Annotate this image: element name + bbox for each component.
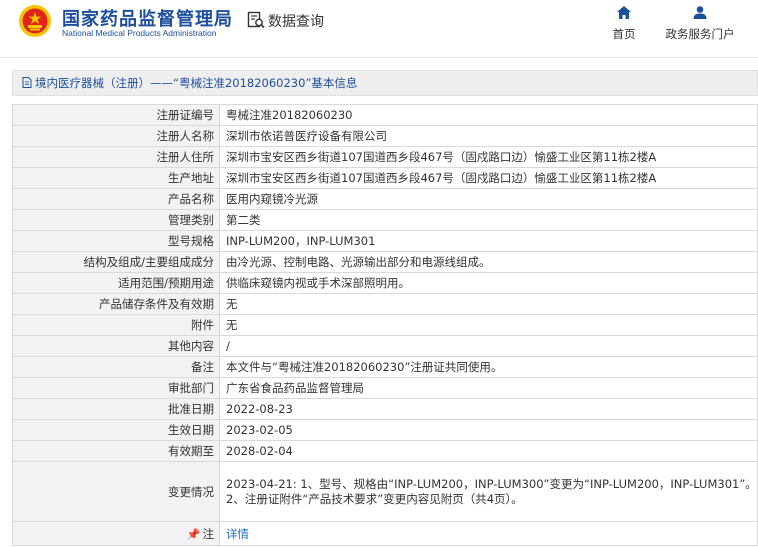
field-label: 结构及组成/主要组成成分 <box>12 251 220 273</box>
field-value: 2028-02-04 <box>219 440 758 462</box>
field-label: 变更情况 <box>12 461 220 522</box>
header-divider <box>0 57 758 58</box>
nav-home[interactable]: 首页 <box>608 6 640 42</box>
data-query-icon <box>247 11 265 29</box>
table-row: 生产地址 深圳市宝安区西乡街道107国道西乡段467号（固戍路口边）愉盛工业区第1… <box>12 167 758 189</box>
change-line-2: 2、注册证附件“产品技术要求”变更内容见附页（共4页）。 <box>226 491 523 506</box>
change-line-1: 2023-04-21: 1、型号、规格由“INP-LUM200，INP-LUM3… <box>226 476 757 491</box>
field-value: 2022-08-23 <box>219 398 758 420</box>
field-label: 产品储存条件及有效期 <box>12 293 220 315</box>
field-value: 2023-02-05 <box>219 419 758 441</box>
field-label: 生产地址 <box>12 167 220 189</box>
field-value: 无 <box>219 293 758 315</box>
table-row: 产品名称 医用内窥镜冷光源 <box>12 188 758 210</box>
table-row: 产品储存条件及有效期无 <box>12 293 758 315</box>
brand-subtitle: National Medical Products Administration <box>62 28 217 38</box>
table-row: 其他内容 / <box>12 335 758 357</box>
field-value: 深圳市宝安区西乡街道107国道西乡段467号（固戍路口边）愉盛工业区第11栋2楼… <box>219 167 758 189</box>
table-row: 注册人住所 深圳市宝安区西乡街道107国道西乡段467号（固戍路口边）愉盛工业区第… <box>12 146 758 168</box>
field-label: 适用范围/预期用途 <box>12 272 220 294</box>
table-row-note: 📌 注 详情 <box>12 521 758 546</box>
table-row: 批准日期 2022-08-23 <box>12 398 758 420</box>
field-label: 审批部门 <box>12 377 220 399</box>
table-row-change-history: 变更情况 2023-04-21: 1、型号、规格由“INP-LUM200，INP… <box>12 461 758 522</box>
field-value: 本文件与“粤械注准20182060230”注册证共同使用。 <box>219 356 758 378</box>
breadcrumb-text: 境内医疗器械（注册）——“粤械注准20182060230”基本信息 <box>35 76 358 90</box>
field-label: 批准日期 <box>12 398 220 420</box>
table-row: 注册证编号 粤械注准20182060230 <box>12 104 758 126</box>
pushpin-icon: 📌 <box>186 527 201 541</box>
field-value: 医用内窥镜冷光源 <box>219 188 758 210</box>
registration-detail-table: 注册证编号 粤械注准20182060230 注册人名称 深圳市依诺普医疗设备有限公司… <box>12 104 758 546</box>
field-label: 产品名称 <box>12 188 220 210</box>
field-value: INP-LUM200，INP-LUM301 <box>219 230 758 252</box>
field-value: 深圳市宝安区西乡街道107国道西乡段467号（固戍路口边）愉盛工业区第11栋2楼… <box>219 146 758 168</box>
table-row: 型号规格 INP-LUM200，INP-LUM301 <box>12 230 758 252</box>
change-history-value: 2023-04-21: 1、型号、规格由“INP-LUM200，INP-LUM3… <box>219 461 758 522</box>
field-label: 生效日期 <box>12 419 220 441</box>
table-row: 适用范围/预期用途 供临床窥镜内视或手术深部照明用。 <box>12 272 758 294</box>
field-value: 供临床窥镜内视或手术深部照明用。 <box>219 272 758 294</box>
field-label: 其他内容 <box>12 335 220 357</box>
table-row: 审批部门 广东省食品药品监督管理局 <box>12 377 758 399</box>
table-row: 备注 本文件与“粤械注准20182060230”注册证共同使用。 <box>12 356 758 378</box>
table-row: 管理类别 第二类 <box>12 209 758 231</box>
table-row: 注册人名称 深圳市依诺普医疗设备有限公司 <box>12 125 758 147</box>
field-value: 由冷光源、控制电路、光源输出部分和电源线组成。 <box>219 251 758 273</box>
field-label: 管理类别 <box>12 209 220 231</box>
national-emblem-icon <box>19 5 51 37</box>
table-row: 结构及组成/主要组成成分 由冷光源、控制电路、光源输出部分和电源线组成。 <box>12 251 758 273</box>
document-icon <box>22 77 32 88</box>
field-label: 注册人名称 <box>12 125 220 147</box>
field-value: 第二类 <box>219 209 758 231</box>
nav-home-label: 首页 <box>612 27 636 41</box>
home-icon <box>617 6 631 19</box>
field-label: 备注 <box>12 356 220 378</box>
field-label: 有效期至 <box>12 440 220 462</box>
field-label: 型号规格 <box>12 230 220 252</box>
field-value: 深圳市依诺普医疗设备有限公司 <box>219 125 758 147</box>
breadcrumb: 境内医疗器械（注册）——“粤械注准20182060230”基本信息 <box>12 70 758 96</box>
data-query-label[interactable]: 数据查询 <box>268 11 324 31</box>
table-row: 附件无 <box>12 314 758 336</box>
nav-gov-service[interactable]: 政务服务门户 <box>662 6 738 42</box>
details-link[interactable]: 详情 <box>226 527 249 541</box>
field-label: 注册人住所 <box>12 146 220 168</box>
user-icon <box>693 6 707 19</box>
table-row: 有效期至 2028-02-04 <box>12 440 758 462</box>
site-header: 国家药品监督管理局 National Medical Products Admi… <box>0 0 758 52</box>
note-label-cell: 📌 注 <box>12 521 220 546</box>
field-value: 粤械注准20182060230 <box>219 104 758 126</box>
field-value: 广东省食品药品监督管理局 <box>219 377 758 399</box>
nav-gov-service-label: 政务服务门户 <box>665 27 735 41</box>
note-value: 详情 <box>219 521 758 546</box>
field-label: 附件 <box>12 314 220 336</box>
field-value: 无 <box>219 314 758 336</box>
field-label: 注册证编号 <box>12 104 220 126</box>
table-row: 生效日期 2023-02-05 <box>12 419 758 441</box>
note-label: 注 <box>202 526 215 541</box>
field-value: / <box>219 335 758 357</box>
